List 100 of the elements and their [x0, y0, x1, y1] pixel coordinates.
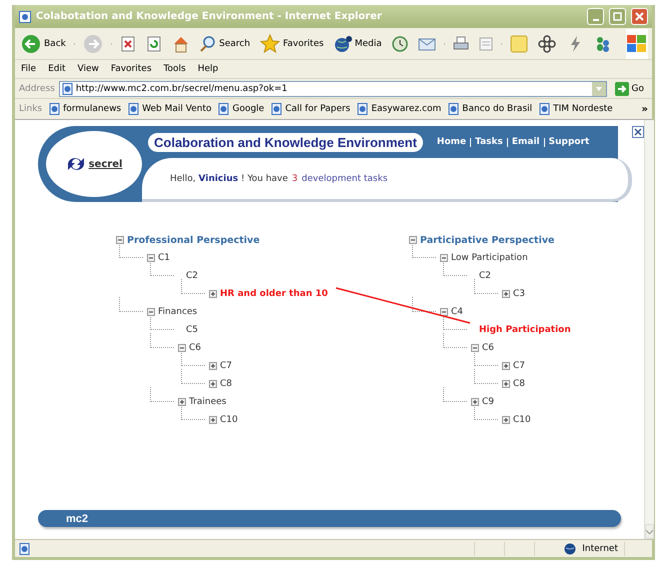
tree-node-label[interactable]: C2	[186, 271, 198, 281]
link-button[interactable]: Banco do Brasil	[448, 103, 532, 115]
address-field[interactable]: http://www.mc2.com.br/secrel/menu.asp?ok=1	[58, 80, 607, 96]
tree-node-label[interactable]: C6	[482, 343, 494, 353]
tree-node-label[interactable]: High Participation	[479, 325, 571, 335]
minus-icon	[410, 237, 416, 243]
printer-icon	[452, 36, 469, 52]
close-button[interactable]	[632, 126, 644, 138]
expand-toggle[interactable]	[440, 308, 448, 316]
stop-icon	[120, 36, 136, 52]
globe-icon	[564, 542, 576, 554]
expand-toggle[interactable]	[147, 308, 155, 316]
plus-icon	[210, 381, 216, 387]
close-icon	[635, 12, 644, 21]
nav-link[interactable]: Email	[506, 138, 544, 146]
plus-icon	[503, 381, 509, 387]
link-button[interactable]: Google	[218, 103, 264, 115]
scrollbar[interactable]	[644, 120, 654, 539]
expand-toggle[interactable]	[502, 380, 510, 388]
tree-node-label[interactable]: C9	[482, 397, 494, 407]
page-icon	[448, 103, 460, 115]
expand-toggle[interactable]	[209, 362, 217, 370]
tree-node-label[interactable]: Finances	[158, 307, 198, 317]
toolbar-button[interactable]: Back	[19, 30, 68, 56]
tree-node-label[interactable]: C8	[513, 379, 526, 389]
tree-node-label[interactable]: C5	[186, 325, 198, 335]
menu-item[interactable]: View	[78, 64, 99, 74]
expand-toggle[interactable]	[471, 344, 479, 352]
nav-link[interactable]: Home	[432, 138, 470, 146]
menu-item[interactable]: Tools	[164, 64, 186, 74]
refresh-icon	[146, 36, 162, 52]
star-icon	[260, 34, 280, 54]
site-title: Colaboration and Knowledge Environment	[148, 132, 423, 152]
page-icon	[49, 103, 60, 115]
link-button[interactable]: Easywarez.com	[357, 103, 442, 115]
minimize-icon	[592, 18, 598, 20]
expand-toggle[interactable]	[178, 344, 186, 352]
menu-item[interactable]: Help	[198, 64, 218, 74]
tree-node-label[interactable]: C7	[513, 361, 526, 371]
expand-toggle[interactable]	[471, 398, 479, 406]
toolbar-button[interactable]: Search	[198, 30, 252, 56]
plus-icon	[210, 417, 216, 423]
expand-toggle[interactable]	[209, 416, 217, 424]
globe-icon	[334, 34, 352, 52]
link-button[interactable]: TIM Nordeste	[539, 103, 613, 115]
expand-toggle[interactable]	[209, 380, 217, 388]
tree-node-label[interactable]: C3	[513, 289, 526, 299]
maximize-icon	[613, 12, 622, 21]
minus-icon	[472, 345, 478, 351]
plus-icon	[179, 399, 185, 405]
dropdown-button[interactable]	[592, 82, 606, 96]
tree-node-label[interactable]: C7	[220, 361, 232, 371]
toolbar-button[interactable]: Favorites	[258, 30, 326, 56]
toolbar-button[interactable]: Media	[332, 30, 384, 56]
tree-node-label[interactable]: C2	[479, 271, 492, 281]
clock-icon	[392, 36, 408, 52]
tree-node-label[interactable]: HR and older than 10	[220, 289, 328, 299]
menu-item[interactable]: File	[21, 64, 36, 74]
link-button[interactable]: formulanews	[49, 103, 122, 115]
arrow-icon	[614, 82, 629, 96]
expand-toggle[interactable]	[116, 236, 124, 244]
envelope-icon	[418, 36, 436, 52]
logo-text: secrel	[88, 158, 122, 170]
tree-node-label[interactable]: C4	[451, 307, 464, 317]
close-icon	[634, 128, 642, 136]
go-button[interactable]: Go	[610, 82, 648, 96]
expand-toggle[interactable]	[502, 290, 510, 298]
more-links-chevron[interactable]: »	[642, 104, 648, 114]
tree-node-label[interactable]: Low Participation	[451, 253, 528, 263]
nav-link[interactable]: Support	[544, 138, 594, 146]
minus-icon	[179, 345, 185, 351]
expand-toggle[interactable]	[147, 254, 155, 262]
chevron-down-icon	[646, 530, 653, 534]
search-icon	[200, 36, 216, 52]
expand-toggle[interactable]	[409, 236, 417, 244]
flower-icon	[538, 34, 556, 52]
expand-toggle[interactable]	[502, 362, 510, 370]
expand-toggle[interactable]	[502, 416, 510, 424]
tasks-link[interactable]: development tasks	[302, 174, 388, 184]
tree-node-label[interactable]: Participative Perspective	[420, 234, 554, 246]
swirl-logo-icon	[66, 156, 86, 172]
link-button[interactable]: Web Mail Vento	[128, 103, 212, 115]
tree-node-label[interactable]: Trainees	[189, 397, 226, 407]
tree-node-label[interactable]: Professional Perspective	[127, 234, 260, 246]
tree-node-label[interactable]: C6	[189, 343, 202, 353]
tree-node-label[interactable]: C10	[513, 415, 531, 425]
page-icon	[271, 103, 282, 115]
minus-icon	[441, 309, 447, 315]
tree-node-label[interactable]: C1	[158, 253, 170, 263]
expand-toggle[interactable]	[178, 398, 186, 406]
link-button[interactable]: Call for Papers	[271, 103, 350, 115]
note-icon	[510, 34, 528, 52]
tree-node-label[interactable]: C8	[220, 379, 232, 389]
expand-toggle[interactable]	[440, 254, 448, 262]
menu-item[interactable]: Favorites	[110, 64, 152, 74]
expand-toggle[interactable]	[209, 290, 217, 298]
zone-text: Internet	[582, 544, 618, 554]
tree-node-label[interactable]: C10	[220, 415, 238, 425]
menu-item[interactable]: Edit	[48, 64, 66, 74]
nav-link[interactable]: Tasks	[470, 138, 507, 146]
